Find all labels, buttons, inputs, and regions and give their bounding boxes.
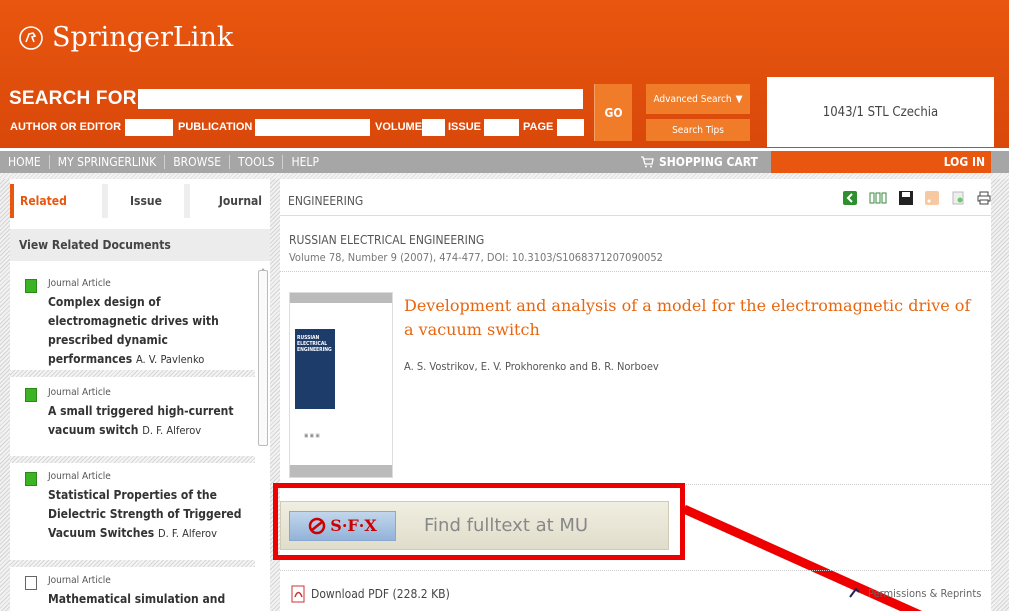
download-pdf-label: Download PDF (228.2 KB) xyxy=(311,587,450,601)
journal-cover-image[interactable]: RUSSIAN ELECTRICAL ENGINEERING ▣ ▣ ▣ xyxy=(289,292,393,478)
page-input[interactable] xyxy=(557,119,584,136)
search-tips-button[interactable]: Search Tips xyxy=(646,119,750,141)
divider xyxy=(280,271,991,272)
nav-home[interactable]: HOME xyxy=(0,155,50,169)
document-icon[interactable] xyxy=(951,191,965,205)
chevron-down-icon: ▼ xyxy=(735,93,743,105)
article-authors: A. S. Vostrikov, E. V. Prokhorenko and B… xyxy=(404,360,659,373)
nav-tools[interactable]: TOOLS xyxy=(230,155,284,169)
advanced-search-button[interactable]: Advanced Search ▼ xyxy=(646,84,750,114)
list-divider xyxy=(10,560,255,567)
doc-author: A. V. Pavlenko xyxy=(135,353,205,366)
columns-icon[interactable] xyxy=(869,191,887,205)
toolbar-icons xyxy=(843,191,991,205)
list-item[interactable]: Journal Article Statistical Properties o… xyxy=(10,471,255,543)
shopping-cart-link[interactable]: SHOPPING CART xyxy=(640,151,765,173)
springerlink-logo[interactable]: SpringerLink xyxy=(18,22,233,53)
annotation-highlight xyxy=(273,483,685,560)
publisher-logo: ▣ ▣ ▣ xyxy=(304,433,320,439)
author-input[interactable] xyxy=(125,119,173,136)
nav-divider xyxy=(0,173,1009,179)
sidebar-scrollbar[interactable] xyxy=(258,270,268,446)
brand-name: SpringerLink xyxy=(52,22,234,53)
journal-article-icon xyxy=(25,279,37,293)
nav-help[interactable]: HELP xyxy=(283,155,326,169)
list-divider xyxy=(10,370,255,377)
cart-label: SHOPPING CART xyxy=(659,155,758,169)
download-pdf-link[interactable]: Download PDF (228.2 KB) xyxy=(290,585,450,603)
issue-input[interactable] xyxy=(484,119,519,136)
right-gutter xyxy=(991,179,1009,611)
doc-title[interactable]: Mathematical simulation and xyxy=(48,592,225,606)
volume-label: VOLUME xyxy=(375,121,423,133)
search-label: SEARCH FOR xyxy=(9,88,137,109)
left-gutter xyxy=(0,179,10,611)
doc-type: Journal Article xyxy=(48,278,111,289)
login-button[interactable]: LOG IN xyxy=(771,151,991,173)
list-item[interactable]: Journal Article Complex design of electr… xyxy=(10,278,255,369)
publication-label: PUBLICATION xyxy=(178,121,253,133)
institution-box: 1043/1 STL Czechia xyxy=(767,77,994,147)
journal-article-icon xyxy=(25,388,37,402)
cover-band xyxy=(290,465,392,477)
search-input[interactable] xyxy=(138,89,583,109)
doc-type: Journal Article xyxy=(48,471,111,482)
nav-browse[interactable]: BROWSE xyxy=(165,155,231,169)
author-label: AUTHOR OR EDITOR xyxy=(10,121,122,133)
page-label: PAGE xyxy=(523,121,554,133)
doc-author: D. F. Alferov xyxy=(142,424,202,437)
breadcrumb-item[interactable]: ENGINEERING xyxy=(288,194,363,208)
tab-journal[interactable]: Journal xyxy=(190,184,270,218)
go-button[interactable]: GO xyxy=(594,84,632,141)
publication-input[interactable] xyxy=(255,119,370,136)
cover-band xyxy=(290,293,392,303)
cart-icon xyxy=(641,156,654,168)
doc-title[interactable]: A small triggered high-current vacuum sw… xyxy=(48,404,234,437)
list-item[interactable]: Journal Article Mathematical simulation … xyxy=(10,575,255,609)
related-documents-header: View Related Documents xyxy=(10,229,270,261)
sidebar-tabs: Related Issue Journal xyxy=(10,184,270,218)
divider xyxy=(280,570,991,571)
doc-type: Journal Article xyxy=(48,575,111,586)
doc-type: Journal Article xyxy=(48,387,111,398)
tab-related[interactable]: Related xyxy=(10,184,102,218)
permissions-link[interactable]: Permissions & Reprints xyxy=(848,585,981,601)
springer-horse-icon xyxy=(19,25,43,50)
permissions-icon xyxy=(849,587,860,598)
volume-input[interactable] xyxy=(422,119,445,136)
tab-issue[interactable]: Issue xyxy=(102,184,190,218)
volume-info: Volume 78, Number 9 (2007), 474-477, DOI… xyxy=(289,251,663,264)
print-icon[interactable] xyxy=(977,191,991,205)
permissions-label: Permissions & Reprints xyxy=(868,586,982,600)
list-item[interactable]: Journal Article A small triggered high-c… xyxy=(10,387,255,440)
doc-author: D. F. Alferov xyxy=(157,527,217,540)
rss-icon[interactable] xyxy=(925,191,939,205)
cover-title-block: RUSSIAN ELECTRICAL ENGINEERING xyxy=(295,329,335,409)
article-title: Development and analysis of a model for … xyxy=(404,296,971,339)
save-icon[interactable] xyxy=(899,191,913,205)
journal-name[interactable]: RUSSIAN ELECTRICAL ENGINEERING xyxy=(289,233,484,247)
pdf-icon xyxy=(291,585,305,603)
checkbox-icon xyxy=(25,576,37,590)
share-icon[interactable] xyxy=(843,191,857,205)
advanced-search-label: Advanced Search xyxy=(653,93,732,105)
list-divider xyxy=(10,456,255,463)
nav-my-springerlink[interactable]: MY SPRINGERLINK xyxy=(50,155,166,169)
issue-label: ISSUE xyxy=(448,121,482,133)
journal-article-icon xyxy=(25,472,37,486)
